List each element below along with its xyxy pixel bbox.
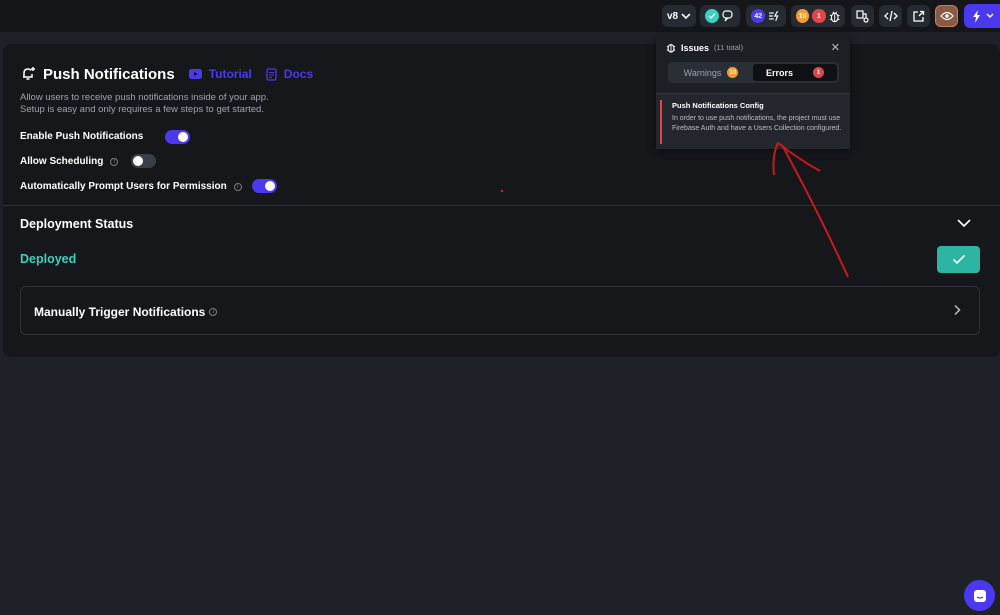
info-icon[interactable]: i [209,308,218,316]
tab-errors[interactable]: Errors 1 [753,64,837,81]
errors-count-badge: 1 [812,9,826,23]
lightning-list-icon [769,10,779,22]
chevron-down-icon [986,13,994,18]
chat-support-button[interactable] [964,580,995,611]
ai-agent-button[interactable]: 42 [746,5,786,27]
info-icon[interactable]: i [110,157,119,166]
eye-icon [939,11,954,21]
manual-trigger-card[interactable]: Manually Trigger Notifications i [20,286,980,335]
close-icon[interactable]: ✕ [831,41,840,54]
manual-trigger-label-row: Manually Trigger Notifications i [34,305,218,319]
run-button[interactable] [964,4,1000,28]
enable-push-setting: Enable Push Notifications [20,131,143,142]
issue-description: In order to use push notifications, the … [672,115,842,132]
issues-header: Issues (11 total) [666,42,743,53]
enable-push-toggle[interactable] [165,130,190,144]
top-toolbar: v8 42 10 1 [0,0,1000,32]
issues-total: (11 total) [714,43,744,52]
external-link-icon [913,10,925,22]
deployment-status: Deployed [20,252,77,266]
version-label: v8 [667,10,679,22]
check-circle-icon [705,9,719,23]
ai-count-badge: 42 [751,9,766,23]
issues-popover: Issues (11 total) ✕ Warnings 10 Errors 1… [656,33,850,149]
tab-warnings-label: Warnings [683,67,722,78]
tutorial-link[interactable]: Tutorial [188,67,252,81]
auto-prompt-setting: Automatically Prompt Users for Permissio… [20,181,242,192]
chat-icon [973,589,986,602]
page-title: Push Notifications [43,65,175,83]
chevron-right-icon [954,304,961,316]
docs-link[interactable]: Docs [266,67,313,81]
document-icon [266,67,277,81]
warnings-count-badge: 10 [796,9,810,23]
auto-prompt-toggle[interactable] [252,179,277,193]
deployment-status-title: Deployment Status [20,217,134,231]
bug-icon [666,44,676,53]
youtube-icon [188,69,202,79]
tutorial-label: Tutorial [208,67,252,81]
description-line: Setup is easy and only requires a few st… [20,104,264,115]
code-icon [883,10,898,22]
branch-button[interactable] [851,5,874,27]
errors-badge: 1 [813,67,824,78]
issues-button[interactable]: 10 1 [791,5,845,27]
annotation-arrow [772,141,849,278]
issues-title: Issues [681,42,710,53]
preview-button[interactable] [935,5,958,27]
chevron-down-icon [681,13,691,20]
tab-warnings[interactable]: Warnings 10 [670,64,752,81]
auto-prompt-label: Automatically Prompt Users for Permissio… [20,181,227,192]
error-indicator [660,100,662,144]
page-description: Allow users to receive push notification… [20,92,269,116]
chevron-down-icon[interactable] [956,218,972,228]
stray-mark [501,190,503,192]
bug-icon [829,10,840,22]
allow-scheduling-setting: Allow Scheduling i [20,156,119,167]
description-line: Allow users to receive push notification… [20,92,269,103]
issue-title: Push Notifications Config [672,101,764,110]
comments-icon [722,10,733,22]
bell-plus-icon [23,67,35,80]
issues-tabs: Warnings 10 Errors 1 [668,62,839,83]
code-view-button[interactable] [879,5,902,27]
check-icon [952,254,965,265]
branch-icon [856,9,869,23]
warnings-badge: 10 [727,67,739,78]
status-check-button[interactable] [700,5,740,27]
enable-push-label: Enable Push Notifications [20,131,144,142]
allow-scheduling-toggle[interactable] [131,154,156,168]
open-external-button[interactable] [907,5,930,27]
manual-trigger-label: Manually Trigger Notifications [34,305,206,319]
lightning-icon [973,9,980,23]
info-icon[interactable]: i [233,182,242,191]
docs-label: Docs [283,67,314,81]
version-selector[interactable]: v8 [662,5,696,27]
tab-errors-label: Errors [765,67,793,78]
deploy-check-button[interactable] [937,246,980,273]
allow-scheduling-label: Allow Scheduling [20,156,104,167]
page-header: Push Notifications Tutorial Docs [20,64,313,84]
